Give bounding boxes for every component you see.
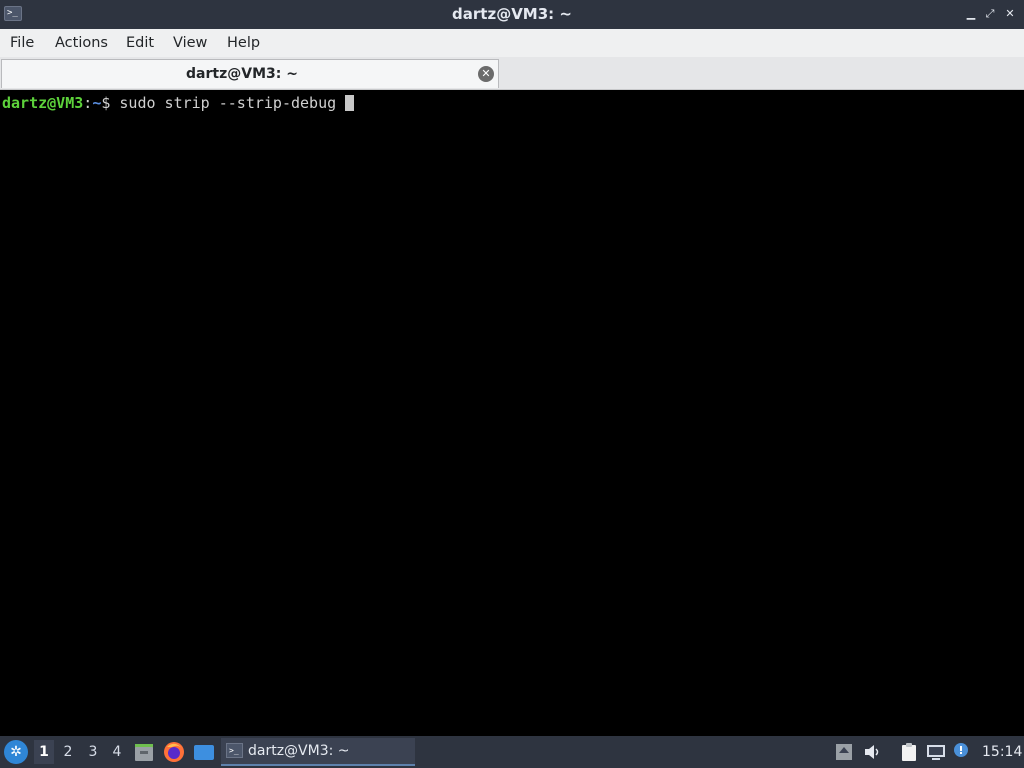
maximize-icon[interactable]: ⤢ xyxy=(982,6,998,22)
command-text: sudo strip --strip-debug xyxy=(119,94,337,112)
clock[interactable]: 15:14 xyxy=(982,736,1022,768)
window-title: dartz@VM3: ~ xyxy=(452,5,572,23)
terminal-view[interactable]: dartz@VM3:~$ sudo strip --strip-debug xyxy=(0,90,1024,736)
update-notifier-icon[interactable] xyxy=(834,742,854,762)
network-icon[interactable] xyxy=(926,742,946,762)
menubar: File Actions Edit View Help xyxy=(0,29,1024,57)
window-titlebar: >_ dartz@VM3: ~ ▁ ⤢ ✕ xyxy=(0,0,1024,29)
workspace-1[interactable]: 1 xyxy=(34,740,54,764)
tab-terminal[interactable]: dartz@VM3: ~ ✕ xyxy=(1,59,499,88)
workspace-4[interactable]: 4 xyxy=(107,740,127,764)
tab-bar: dartz@VM3: ~ ✕ xyxy=(0,57,1024,90)
prompt-path: ~ xyxy=(92,94,102,112)
menu-view[interactable]: View xyxy=(173,29,207,57)
workspace-2[interactable]: 2 xyxy=(58,740,78,764)
prompt-symbol: $ xyxy=(101,94,111,112)
file-manager-icon[interactable] xyxy=(133,741,155,763)
taskbar: ✲ 1 2 3 4 >_ dartz@VM3: ~ 15:14 xyxy=(0,736,1024,768)
prompt-separator: : xyxy=(83,94,93,112)
notification-icon[interactable] xyxy=(952,742,972,762)
tab-label: dartz@VM3: ~ xyxy=(186,66,298,82)
show-desktop-icon[interactable] xyxy=(193,741,215,763)
minimize-icon[interactable]: ▁ xyxy=(963,6,979,22)
firefox-icon[interactable] xyxy=(163,741,185,763)
menu-actions[interactable]: Actions xyxy=(55,29,108,57)
menu-help[interactable]: Help xyxy=(227,29,260,57)
volume-icon[interactable] xyxy=(862,742,882,762)
task-label: dartz@VM3: ~ xyxy=(248,743,350,759)
menu-file[interactable]: File xyxy=(10,29,34,57)
lxqt-menu-icon[interactable]: ✲ xyxy=(4,740,28,764)
terminal-line: dartz@VM3:~$ sudo strip --strip-debug xyxy=(2,94,355,112)
menu-edit[interactable]: Edit xyxy=(126,29,154,57)
prompt-user: dartz@VM3 xyxy=(2,94,84,112)
close-circle-icon[interactable]: ✕ xyxy=(478,66,494,82)
clipboard-icon[interactable] xyxy=(899,742,919,762)
text-cursor xyxy=(345,95,355,111)
terminal-icon: >_ xyxy=(226,743,243,758)
task-terminal[interactable]: >_ dartz@VM3: ~ xyxy=(221,738,415,766)
workspace-3[interactable]: 3 xyxy=(83,740,103,764)
close-icon[interactable]: ✕ xyxy=(1002,6,1018,22)
